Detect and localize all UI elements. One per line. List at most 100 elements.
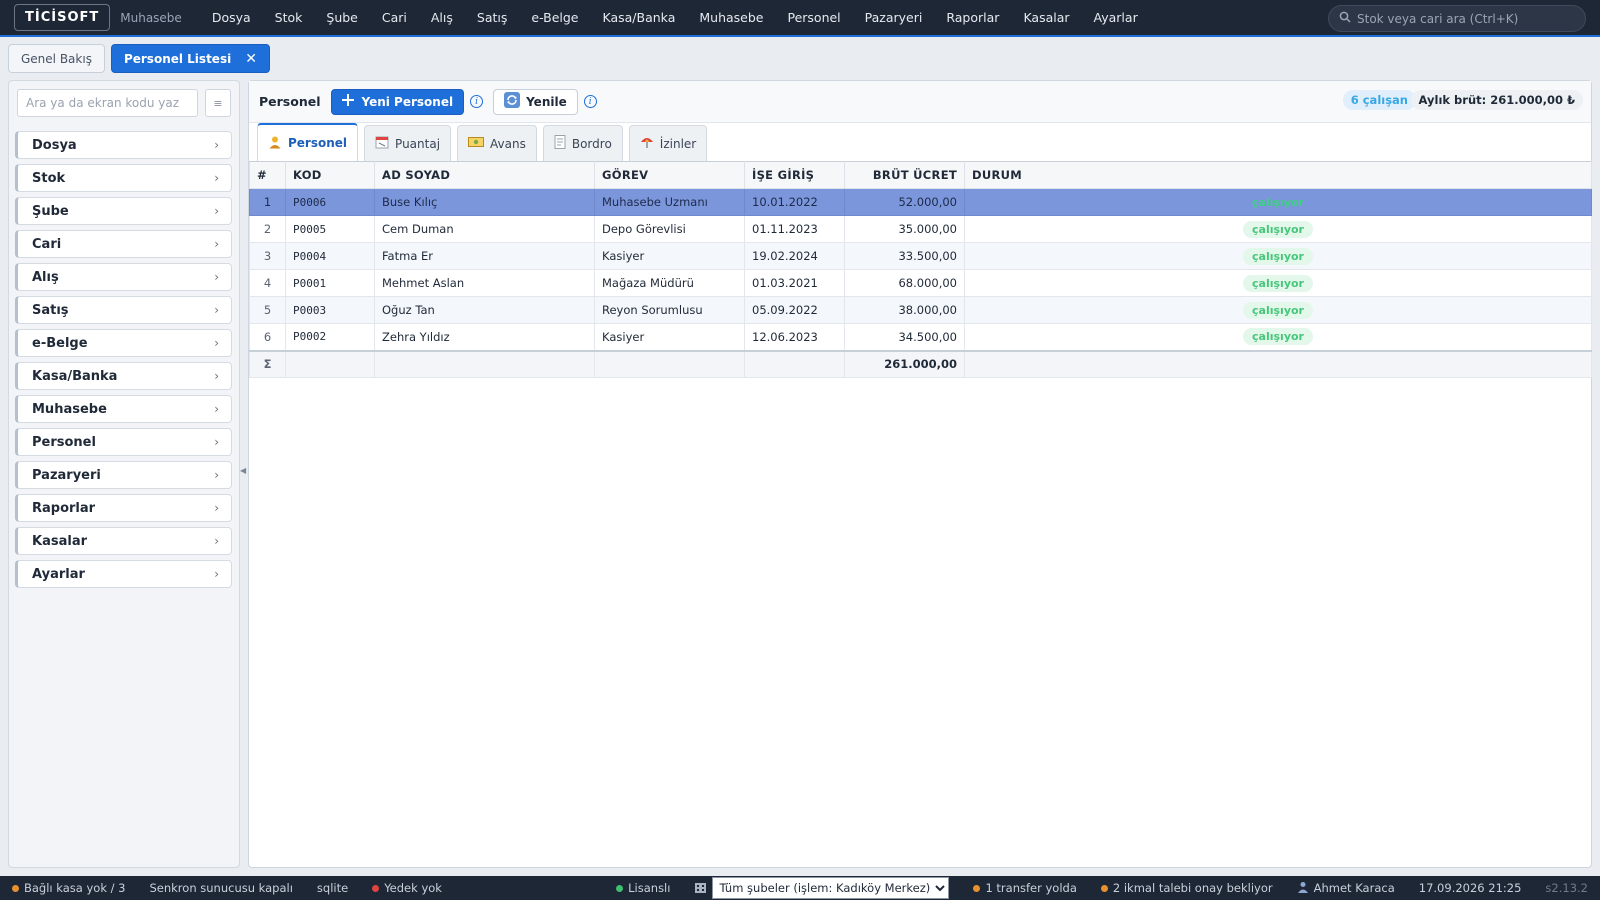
sidebar-search-input[interactable] <box>26 96 191 110</box>
status-user-label: Ahmet Karaca <box>1313 881 1395 895</box>
menu-sube[interactable]: Şube <box>314 10 369 25</box>
status-backup: Yedek yok <box>360 881 454 895</box>
table-footer-row: Σ 261.000,00 <box>249 349 1592 378</box>
tab-izinler[interactable]: İzinler <box>628 125 708 161</box>
menu-alis[interactable]: Alış <box>419 10 465 25</box>
tab-puantaj[interactable]: Puantaj <box>364 125 452 161</box>
tab-genel-bakis[interactable]: Genel Bakış <box>8 44 105 73</box>
row-number: 3 <box>249 242 286 270</box>
menu-personel[interactable]: Personel <box>775 10 852 25</box>
tab-personel[interactable]: Personel <box>257 123 359 161</box>
column-header-ad-soyad[interactable]: AD SOYAD <box>374 161 595 189</box>
column-header-no[interactable]: # <box>249 161 286 189</box>
app-logo[interactable]: TİCİSOFT <box>14 4 111 31</box>
menu-kasa-banka[interactable]: Kasa/Banka <box>591 10 688 25</box>
cell-salary: 38.000,00 <box>844 296 965 324</box>
sidebar-collapse-handle[interactable]: ◀ <box>240 466 246 475</box>
sidebar-item-personel[interactable]: Personel › <box>15 428 232 456</box>
footer-total-salary: 261.000,00 <box>844 349 965 378</box>
menu-ebelge[interactable]: e-Belge <box>519 10 590 25</box>
sidebar-item-alis[interactable]: Alış › <box>15 263 232 291</box>
tab-label: Personel <box>288 136 348 150</box>
sidebar-item-cari[interactable]: Cari › <box>15 230 232 258</box>
sidebar-item-dosya[interactable]: Dosya › <box>15 131 232 159</box>
sidebar-item-raporlar[interactable]: Raporlar › <box>15 494 232 522</box>
status-transfer-label: 1 transfer yolda <box>985 881 1077 895</box>
sidebar-item-kasalar[interactable]: Kasalar › <box>15 527 232 555</box>
menu-stok[interactable]: Stok <box>263 10 315 25</box>
sidebar-search[interactable] <box>17 89 198 117</box>
sidebar-item-kasa-banka[interactable]: Kasa/Banka › <box>15 362 232 390</box>
chevron-right-icon: › <box>214 468 219 482</box>
column-header-ise-giris[interactable]: İŞE GİRİŞ <box>744 161 845 189</box>
column-header-gorev[interactable]: GÖREV <box>594 161 745 189</box>
sidebar-item-muhasebe[interactable]: Muhasebe › <box>15 395 232 423</box>
table-row[interactable]: 4 P0001 Mehmet Aslan Mağaza Müdürü 01.03… <box>249 269 1592 297</box>
menu-cari[interactable]: Cari <box>370 10 419 25</box>
cell-code: P0002 <box>285 323 375 351</box>
employee-count-badge: 6 çalışan <box>1342 90 1416 110</box>
table-row[interactable]: 2 P0005 Cem Duman Depo Görevlisi 01.11.2… <box>249 215 1592 243</box>
sidebar-item-ebelge[interactable]: e-Belge › <box>15 329 232 357</box>
table-row[interactable]: 5 P0003 Oğuz Tan Reyon Sorumlusu 05.09.2… <box>249 296 1592 324</box>
column-header-brut-ucret[interactable]: BRÜT ÜCRET <box>844 161 965 189</box>
tab-label: Personel Listesi <box>123 51 232 66</box>
cell-salary: 52.000,00 <box>844 188 965 216</box>
refresh-button[interactable]: Yenile <box>493 88 578 115</box>
tab-bordro[interactable]: Bordro <box>542 125 623 161</box>
tab-avans[interactable]: Avans <box>457 125 537 161</box>
sidebar-item-label: Muhasebe <box>32 401 107 417</box>
table-row[interactable]: 3 P0004 Fatma Er Kasiyer 19.02.2024 33.5… <box>249 242 1592 270</box>
table-row[interactable]: 6 P0002 Zehra Yıldız Kasiyer 12.06.2023 … <box>249 323 1592 351</box>
column-header-durum[interactable]: DURUM <box>964 161 1592 189</box>
status-badge: çalışıyor <box>1243 328 1313 346</box>
tab-personel-listesi[interactable]: Personel Listesi ✕ <box>110 44 270 73</box>
sidebar-item-ayarlar[interactable]: Ayarlar › <box>15 560 232 588</box>
sidebar-item-label: e-Belge <box>32 335 88 351</box>
status-badge: çalışıyor <box>1252 195 1304 209</box>
new-personnel-label: Yeni Personel <box>361 94 454 109</box>
status-version: s2.13.2 <box>1533 881 1600 895</box>
status-badge: çalışıyor <box>1243 247 1313 265</box>
cell-name: Fatma Er <box>374 242 595 270</box>
cell-salary: 34.500,00 <box>844 323 965 351</box>
global-search-input[interactable] <box>1357 11 1567 26</box>
status-supply[interactable]: 2 ikmal talebi onay bekliyor <box>1089 881 1285 895</box>
sidebar-item-pazaryeri[interactable]: Pazaryeri › <box>15 461 232 489</box>
cell-role: Reyon Sorumlusu <box>594 296 745 324</box>
menu-dosya[interactable]: Dosya <box>200 10 263 25</box>
status-transfer[interactable]: 1 transfer yolda <box>961 881 1088 895</box>
status-user[interactable]: Ahmet Karaca <box>1285 881 1407 896</box>
table-row[interactable]: 1 P0006 Buse Kılıç Muhasebe Uzmanı 10.01… <box>249 188 1592 216</box>
new-personnel-button[interactable]: Yeni Personel <box>330 88 465 115</box>
menu-ayarlar[interactable]: Ayarlar <box>1082 10 1150 25</box>
menu-raporlar[interactable]: Raporlar <box>934 10 1011 25</box>
global-search[interactable] <box>1328 5 1586 32</box>
status-cash: Bağlı kasa yok / 3 <box>0 881 137 895</box>
grid-menu-button[interactable]: ≡ <box>205 89 231 117</box>
search-icon <box>1339 11 1351 26</box>
sidebar-item-stok[interactable]: Stok › <box>15 164 232 192</box>
info-icon[interactable]: i <box>470 95 484 108</box>
cell-salary: 33.500,00 <box>844 242 965 270</box>
status-badge: çalışıyor <box>1243 220 1313 238</box>
branch-select[interactable]: Tüm şubeler (işlem: Kadıköy Merkez) <box>712 877 950 899</box>
status-branch: Tüm şubeler (işlem: Kadıköy Merkez) <box>682 877 961 899</box>
status-sync-label: Senkron sunucusu kapalı <box>149 881 293 895</box>
info-icon[interactable]: i <box>583 95 597 108</box>
sidebar-item-sube[interactable]: Şube › <box>15 197 232 225</box>
chevron-right-icon: › <box>214 501 219 515</box>
sidebar-item-label: Satış <box>32 302 69 318</box>
menu-pazaryeri[interactable]: Pazaryeri <box>853 10 935 25</box>
sidebar: ≡ Dosya › Stok › Şube › Cari › Alış › Satış › … <box>8 80 240 868</box>
menu-muhasebe[interactable]: Muhasebe <box>687 10 775 25</box>
close-icon[interactable]: ✕ <box>245 51 257 67</box>
menu-satis[interactable]: Satış <box>465 10 519 25</box>
status-cash-label: Bağlı kasa yok / 3 <box>24 881 126 895</box>
column-header-kod[interactable]: KOD <box>285 161 375 189</box>
sidebar-item-satis[interactable]: Satış › <box>15 296 232 324</box>
menu-kasalar[interactable]: Kasalar <box>1011 10 1081 25</box>
row-number: 5 <box>249 296 286 324</box>
cell-status: çalışıyor <box>964 188 1592 216</box>
chevron-right-icon: › <box>214 336 219 350</box>
